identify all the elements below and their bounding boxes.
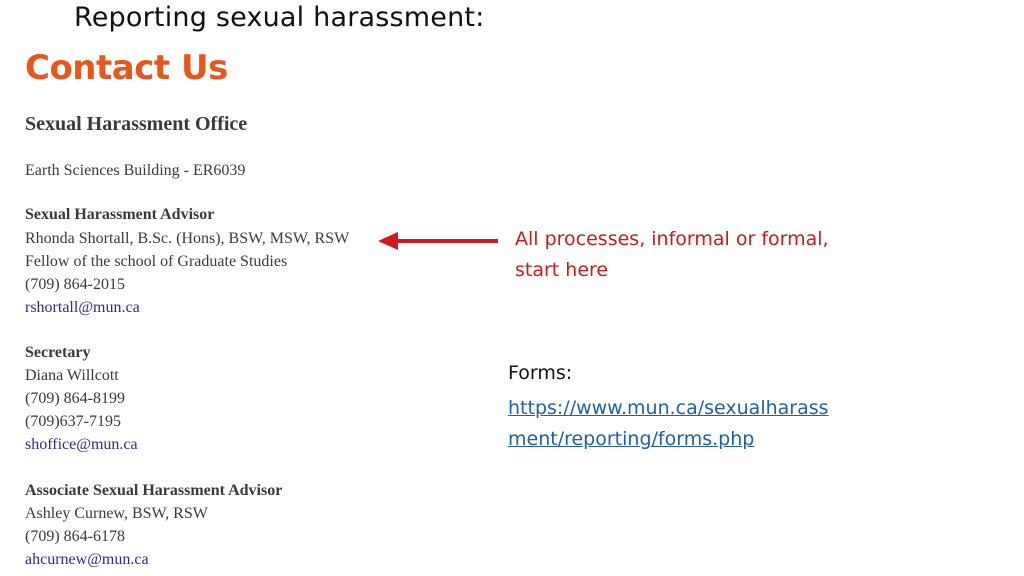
advisor-email-link[interactable]: rshortall@mun.ca <box>25 299 140 317</box>
advisor-phone: (709) 864-2015 <box>25 276 125 293</box>
secretary-title: Secretary <box>25 344 91 361</box>
advisor-name: Rhonda Shortall, B.Sc. (Hons), BSW, MSW,… <box>25 230 350 247</box>
contact-us-heading: Contact Us <box>25 48 228 88</box>
forms-label: Forms: <box>508 362 573 384</box>
associate-email-link[interactable]: ahcurnew@mun.ca <box>25 551 149 569</box>
advisor-title: Sexual Harassment Advisor <box>25 206 215 223</box>
forms-link[interactable]: https://www.mun.ca/sexualharassment/repo… <box>508 393 838 455</box>
secretary-phone-2: (709)637-7195 <box>25 413 121 430</box>
office-location: Earth Sciences Building - ER6039 <box>25 162 246 179</box>
secretary-name: Diana Willcott <box>25 367 119 384</box>
associate-phone: (709) 864-6178 <box>25 528 125 545</box>
associate-name: Ashley Curnew, BSW, RSW <box>25 505 208 522</box>
office-title: Sexual Harassment Office <box>25 113 248 135</box>
left-arrow-icon <box>378 232 498 250</box>
annotation-text: All processes, informal or formal, start… <box>515 228 829 281</box>
secretary-email-link[interactable]: shoffice@mun.ca <box>25 436 138 454</box>
secretary-phone-1: (709) 864-8199 <box>25 390 125 407</box>
advisor-fellowship: Fellow of the school of Graduate Studies <box>25 253 288 270</box>
associate-title: Associate Sexual Harassment Advisor <box>25 482 283 499</box>
slide-title: Reporting sexual harassment: <box>74 2 485 33</box>
